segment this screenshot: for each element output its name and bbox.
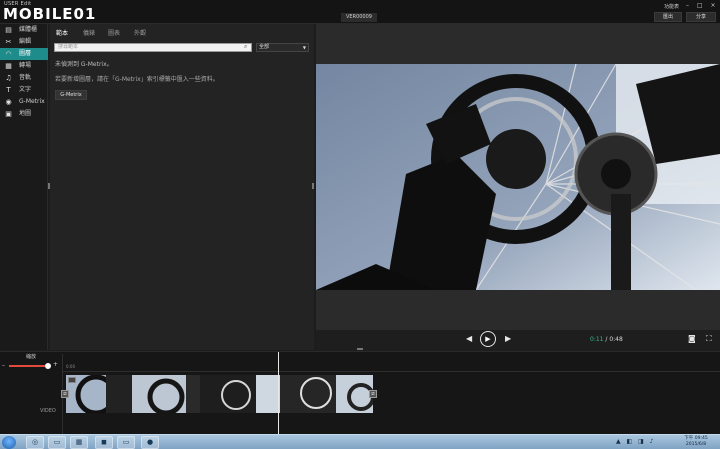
hint-message: 若要新增圖層，請在「G-Metrix」索引標籤中匯入一些資料。 [55, 76, 219, 83]
window-controls[interactable]: – □ × [686, 2, 719, 9]
clip-trim-start-handle[interactable]: ⧄ [61, 390, 69, 398]
category-select[interactable]: 全部 ▼ [256, 43, 309, 52]
sidebar-item-label: 編輯 [19, 38, 32, 45]
map-icon: ▣ [5, 110, 12, 118]
transition-icon: ▦ [5, 62, 12, 70]
next-button[interactable]: ▶ [505, 334, 511, 343]
media-icon: ▤ [5, 26, 12, 34]
playhead[interactable] [278, 352, 279, 435]
share-button[interactable]: 分享 [686, 12, 716, 22]
tab-templates[interactable]: 範本 [56, 28, 68, 37]
calculator-icon[interactable]: ▦ [70, 436, 88, 449]
tab-charts[interactable]: 圖表 [108, 28, 120, 37]
sidebar-item-label: 文字 [19, 86, 32, 93]
export-button[interactable]: 匯出 [654, 12, 682, 22]
time-display: 0:11 / 0:48 [590, 336, 623, 343]
not-found-message: 未偵測到 G-Metrix。 [55, 61, 113, 68]
eye-icon: ◉ [5, 98, 12, 106]
function-menu[interactable]: 功能表 [664, 3, 679, 10]
video-track-label: VIDEO [40, 408, 56, 414]
title-bar: USER Edit MOBILE01 VER00009 功能表 – □ × 匯出… [0, 0, 720, 24]
start-button[interactable] [2, 436, 16, 449]
category-select-value: 全部 [259, 44, 270, 50]
layers-panel: 範本 儀錶 圖表 外觀 搜尋範本 ⌕ 全部 ▼ 未偵測到 G-Metrix。 若… [50, 24, 314, 350]
clock-date: 2015/6/8 [685, 442, 707, 447]
chevron-down-icon: ▼ [302, 45, 306, 50]
panel-tabs: 範本 儀錶 圖表 外觀 [50, 24, 314, 40]
total-time: 0:48 [609, 336, 623, 343]
scissors-icon: ✂ [5, 38, 12, 46]
tab-appearance[interactable]: 外觀 [134, 28, 146, 37]
timeline: 縮放 – + 0:00 VIDEO ⧄ ⧄ [0, 351, 720, 435]
app-window: USER Edit MOBILE01 VER00009 功能表 – □ × 匯出… [0, 0, 720, 435]
sidebar-item-label: 媒體櫃 [19, 26, 38, 33]
zoom-in-icon[interactable]: + [53, 361, 58, 368]
sidebar-item-label: G-Metrix [19, 98, 45, 105]
ruler-start-label: 0:00 [66, 364, 75, 369]
fullscreen-icon[interactable]: ⛶ [706, 334, 712, 344]
play-button[interactable]: ▶ [480, 331, 496, 347]
video-clip[interactable] [66, 375, 373, 413]
clip-thumbnails [66, 375, 373, 413]
gauge-icon: ◠ [5, 50, 12, 58]
clip-badge-icon [68, 377, 76, 383]
player-controls: ◀ ▶ ▶ 0:11 / 0:48 ◙ ⛶ [316, 330, 720, 350]
gmetrix-button[interactable]: G-Metrix [55, 90, 87, 100]
clock[interactable]: 下午 09:45 2015/6/8 [676, 436, 716, 448]
sidebar-item-label: 音軌 [19, 74, 32, 81]
explorer-icon[interactable]: ▭ [117, 436, 135, 449]
video-preview[interactable] [316, 64, 720, 290]
system-tray[interactable]: ▲ ◧ ◨ ♪ [616, 438, 656, 445]
sidebar: ▤ 媒體櫃 ✂ 編輯 ◠ 圖層 ▦ 轉場 ♫ 音軌 T 文字 ◉ G-Metri… [0, 24, 48, 350]
sidebar-item-label: 轉場 [19, 62, 32, 69]
sidebar-item-audio[interactable]: ♫ 音軌 [0, 72, 48, 84]
chrome-icon[interactable]: ◎ [26, 436, 44, 449]
line-icon[interactable]: ◼ [95, 436, 113, 449]
timeline-resize-handle[interactable] [357, 348, 363, 350]
video-frame-image [316, 64, 720, 290]
sidebar-item-edit[interactable]: ✂ 編輯 [0, 36, 48, 48]
text-icon: T [6, 86, 11, 94]
current-time: 0:11 [590, 336, 604, 343]
zoom-slider-fill [9, 365, 45, 367]
zoom-slider-handle[interactable] [45, 363, 51, 369]
sidebar-item-layers[interactable]: ◠ 圖層 [0, 48, 48, 60]
zoom-out-icon[interactable]: – [2, 362, 5, 369]
sidebar-item-media[interactable]: ▤ 媒體櫃 [0, 24, 48, 36]
sidebar-item-gmetrix[interactable]: ◉ G-Metrix [0, 96, 48, 108]
sidebar-item-transition[interactable]: ▦ 轉場 [0, 60, 48, 72]
sidebar-item-map[interactable]: ▣ 地圖 [0, 108, 48, 120]
search-icon[interactable]: ⌕ [244, 43, 247, 51]
panel-resize-handle[interactable] [312, 183, 314, 189]
folder-icon[interactable]: ▭ [48, 436, 66, 449]
previous-button[interactable]: ◀ [466, 334, 472, 343]
time-ruler[interactable]: 0:00 [62, 358, 720, 372]
zoom-label: 縮放 [26, 354, 37, 360]
app-icon[interactable]: ● [141, 436, 159, 449]
version-badge: VER00009 [341, 13, 377, 22]
music-icon: ♫ [5, 74, 12, 82]
logo: MOBILE01 [3, 5, 97, 23]
sidebar-item-label: 圖層 [19, 50, 32, 57]
preview-area: ◀ ▶ ▶ 0:11 / 0:48 ◙ ⛶ [316, 24, 720, 350]
windows-taskbar: ◎ ▭ ▦ ◼ ▭ ● ▲ ◧ ◨ ♪ 下午 09:45 2015/6/8 [0, 434, 720, 449]
sidebar-item-text[interactable]: T 文字 [0, 84, 48, 96]
tab-gauges[interactable]: 儀錶 [83, 28, 95, 37]
snapshot-camera-icon[interactable]: ◙ [688, 334, 696, 343]
clip-trim-end-handle[interactable]: ⧄ [369, 390, 377, 398]
sidebar-item-label: 地圖 [19, 110, 32, 117]
search-input[interactable]: 搜尋範本 [54, 43, 252, 52]
